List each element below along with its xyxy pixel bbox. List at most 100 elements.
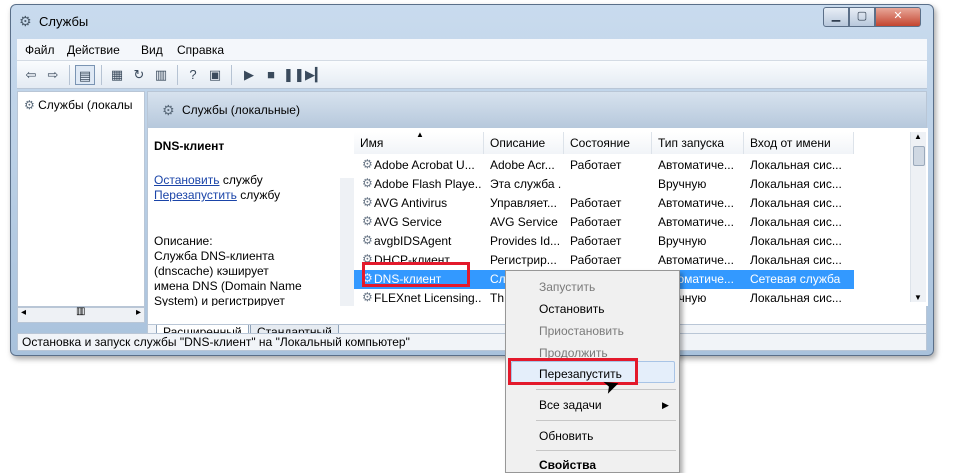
column-logon-as[interactable]: Вход от имени — [744, 132, 854, 154]
table-cell: Автоматиче... — [658, 158, 734, 172]
play-icon[interactable]: ▶ — [239, 65, 259, 85]
minimize-button[interactable]: ▁ — [823, 7, 849, 27]
ctx-all-tasks[interactable]: Все задачи — [539, 398, 602, 412]
scroll-right-icon[interactable]: ▸ — [136, 307, 141, 318]
table-row[interactable]: ⚙ AVG Antivirus Управляет... Работает Автома… — [354, 194, 854, 213]
menu-file[interactable]: Файл — [25, 43, 55, 57]
toolbar-separator — [69, 65, 70, 85]
table-cell: Локальная сис... — [750, 177, 842, 191]
ctx-separator — [536, 420, 676, 421]
ctx-stop[interactable]: Остановить — [539, 302, 605, 316]
ctx-start[interactable]: Запустить — [539, 280, 595, 294]
service-name: DNS-клиент — [154, 139, 225, 153]
ctx-refresh[interactable]: Обновить — [539, 429, 593, 443]
close-button[interactable]: ✕ — [875, 7, 921, 27]
ctx-pause[interactable]: Приостановить — [539, 324, 624, 338]
console-tree-icon[interactable]: ▤ — [75, 65, 95, 85]
table-cell: Автоматиче... — [658, 215, 734, 229]
scroll-up-icon[interactable]: ▲ — [914, 132, 922, 141]
table-cell: Эта служба ... — [490, 177, 562, 191]
table-cell: Локальная сис... — [750, 158, 842, 172]
table-row[interactable]: ⚙ Adobe Flash Playe... Эта служба ... Вручн… — [354, 175, 854, 194]
table-cell: FLEXnet Licensing... — [374, 291, 482, 305]
column-status[interactable]: Состояние — [564, 132, 652, 154]
scroll-thumb[interactable] — [913, 146, 925, 166]
table-cell: Локальная сис... — [750, 291, 842, 305]
table-cell: Вручную — [658, 177, 707, 191]
table-cell: Локальная сис... — [750, 253, 842, 267]
column-description[interactable]: Описание — [484, 132, 564, 154]
table-cell: Сетевая служба — [750, 272, 841, 286]
back-arrow-icon[interactable]: ⇦ — [21, 65, 41, 85]
gear-icon: ⚙ — [19, 13, 32, 29]
table-cell: Вручную — [658, 234, 707, 248]
console-tree: ⚙ Службы (локалы — [17, 91, 145, 307]
scroll-left-icon[interactable]: ◂ — [21, 307, 26, 318]
ctx-properties[interactable]: Свойства — [539, 458, 596, 472]
stop-service-link[interactable]: Остановить — [154, 173, 220, 187]
pane-title: Службы (локальные) — [182, 103, 300, 117]
toolbar-separator — [101, 65, 102, 85]
toolbar: ⇦ ⇨ ▤ ▦ ↻ ▥ ? ▣ ▶ ■ ❚❚ ▶▎ — [17, 61, 927, 89]
services-window: ⚙ Службы ▁ ▢ ✕ Файл Действие Вид Справка… — [10, 4, 934, 356]
menu-bar: Файл Действие Вид Справка — [17, 39, 927, 61]
window-title: Службы — [39, 14, 89, 29]
table-cell: Работает — [570, 215, 622, 229]
table-row[interactable]: ⚙ AVG Service AVG Service Работает Автоматич… — [354, 213, 854, 232]
table-cell: avgbIDSAgent — [374, 234, 452, 248]
column-name[interactable]: Имя ▲ — [354, 130, 484, 154]
ctx-separator — [536, 450, 676, 451]
table-cell: Работает — [570, 196, 622, 210]
title-bar[interactable]: ⚙ Службы ▁ ▢ ✕ — [11, 5, 933, 37]
table-cell: Автоматиче... — [658, 253, 734, 267]
gear-icon: ⚙ — [162, 102, 175, 118]
tree-item-label: Службы (локалы — [38, 98, 133, 112]
gear-icon: ⚙ — [24, 98, 35, 112]
menu-action[interactable]: Действие — [67, 43, 120, 57]
link-suffix: службу — [219, 173, 263, 187]
table-cell: Управляет... — [490, 196, 557, 210]
scroll-down-icon[interactable]: ▼ — [914, 293, 922, 302]
table-cell: Локальная сис... — [750, 196, 842, 210]
sort-up-icon: ▲ — [416, 130, 424, 139]
table-cell: Adobe Acr... — [490, 158, 555, 172]
table-cell: AVG Service — [374, 215, 442, 229]
service-description: Описание: Служба DNS-клиента (dnscache) … — [154, 234, 302, 306]
table-cell: Локальная сис... — [750, 215, 842, 229]
table-cell: AVG Service — [490, 215, 558, 229]
table-cell: Provides Id... — [490, 234, 561, 248]
toolbar-separator — [231, 65, 232, 85]
table-row[interactable]: ⚙ avgbIDSAgent Provides Id... Работает Вручн… — [354, 232, 854, 251]
pane-header: ⚙ Службы (локальные) — [148, 92, 926, 128]
scroll-thumb[interactable]: ▥ — [76, 306, 85, 317]
column-startup-type[interactable]: Тип запуска — [652, 132, 744, 154]
stop-service-line: Остановить службу — [154, 173, 263, 187]
show-panel-icon[interactable]: ▣ — [205, 65, 225, 85]
table-cell: Локальная сис... — [750, 234, 842, 248]
pause-icon[interactable]: ❚❚ — [283, 65, 305, 85]
table-cell: AVG Antivirus — [374, 196, 448, 210]
stop-icon[interactable]: ■ — [261, 65, 281, 85]
toolbar-separator — [177, 65, 178, 85]
maximize-button[interactable]: ▢ — [849, 7, 875, 27]
properties-icon[interactable]: ▦ — [107, 65, 127, 85]
table-cell: Работает — [570, 158, 622, 172]
restart-icon[interactable]: ▶▎ — [305, 65, 325, 85]
export-list-icon[interactable]: ▥ — [151, 65, 171, 85]
table-cell: Автоматиче... — [658, 196, 734, 210]
table-cell: Работает — [570, 253, 622, 267]
refresh-icon[interactable]: ↻ — [129, 65, 149, 85]
menu-view[interactable]: Вид — [141, 43, 163, 57]
tree-item-services[interactable]: ⚙ Службы (локалы — [24, 98, 133, 112]
menu-help[interactable]: Справка — [177, 43, 224, 57]
table-cell: Adobe Flash Playe... — [374, 177, 482, 191]
forward-arrow-icon[interactable]: ⇨ — [43, 65, 63, 85]
list-vertical-scrollbar[interactable]: ▲ ▼ — [910, 132, 926, 302]
table-row[interactable]: ⚙ Adobe Acrobat U... Adobe Acr... Работает А… — [354, 156, 854, 175]
tree-horizontal-scrollbar[interactable]: ◂ ▥ ▸ — [17, 306, 145, 323]
restart-service-link[interactable]: Перезапустить — [154, 188, 237, 202]
description-scrollbar[interactable] — [340, 178, 354, 306]
restart-service-line: Перезапустить службу — [154, 188, 280, 202]
table-cell: Adobe Acrobat U... — [374, 158, 475, 172]
help-icon[interactable]: ? — [183, 65, 203, 85]
